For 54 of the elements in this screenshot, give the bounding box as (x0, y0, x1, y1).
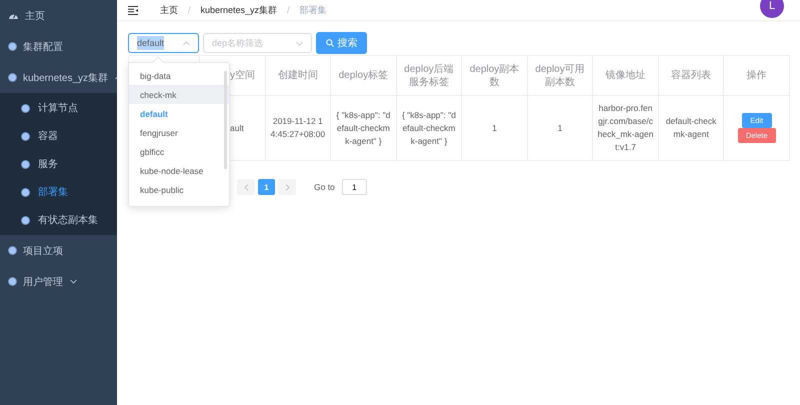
column-header: deploy后端服务标签 (396, 56, 462, 96)
breadcrumb-separator: / (188, 5, 191, 15)
sidebar-item[interactable]: 用户管理 (0, 266, 117, 297)
bullet-icon (22, 188, 29, 196)
chevron-left-icon (244, 184, 248, 190)
goto-page-field[interactable]: 1 (342, 179, 367, 195)
sidebar-item[interactable]: 项目立项 (0, 235, 117, 266)
scrollbar[interactable] (224, 71, 227, 169)
sidebar-item[interactable]: 集群配置 (0, 31, 117, 62)
bullet-icon (22, 216, 29, 224)
bullet-icon (22, 160, 29, 168)
bullet-icon (9, 43, 16, 50)
search-icon (326, 39, 334, 47)
table-cell: default-checkmk-agent (658, 96, 724, 160)
table-cell: 1 (462, 96, 528, 160)
dropdown-option[interactable]: kube-node-lease (129, 161, 229, 180)
breadcrumb-separator: / (287, 5, 290, 15)
column-header: 镜像地址 (592, 56, 658, 96)
dropdown-option[interactable]: kube-public (129, 180, 229, 199)
sidebar-item[interactable]: 主页 (0, 0, 117, 31)
table-cell: harbor-pro.fengjr.com/base/check_mk-agent:v1.7 (592, 96, 658, 160)
dropdown-option[interactable]: check-mk (129, 85, 229, 104)
table-cell: { "k8s-app": "default-checkmk-agent" } (330, 96, 396, 160)
column-header: deploy标签 (330, 56, 396, 96)
breadcrumb-item[interactable]: kubernetes_yz集群 (200, 4, 278, 16)
table-cell: 1 (527, 96, 593, 160)
namespace-select[interactable]: default (128, 33, 199, 53)
column-header: 创建时间 (265, 56, 331, 96)
submenu-item[interactable]: 服务 (0, 150, 117, 178)
column-header: 操作 (724, 56, 790, 96)
table-cell: 2019-11-12 14:45:27+08:00 (265, 96, 331, 160)
breadcrumb-item[interactable]: 主页 (160, 4, 178, 16)
column-header: deploy可用副本数 (527, 56, 593, 96)
submenu-item[interactable]: 有状态副本集 (0, 206, 117, 234)
chevron-right-icon (284, 184, 290, 190)
user-avatar[interactable]: L (760, 0, 784, 18)
submenu-item[interactable]: 计算节点 (0, 94, 117, 122)
gauge-icon (9, 12, 18, 19)
breadcrumb-item: 部署集 (300, 4, 327, 16)
previous-page-button[interactable] (237, 179, 255, 195)
bullet-icon (9, 74, 16, 81)
table-cell: { "k8s-app": "default-checkmk-agent" } (396, 96, 462, 160)
menu-icon[interactable] (128, 6, 138, 14)
bullet-icon (22, 132, 29, 140)
goto-label: Go to (314, 182, 335, 192)
column-header: deploy副本数 (462, 56, 528, 96)
bullet-icon (22, 104, 29, 112)
column-header: 容器列表 (658, 56, 724, 96)
chevron-down-icon (296, 40, 303, 46)
submenu-item[interactable]: 部署集 (0, 178, 117, 206)
submenu-item[interactable]: 容器 (0, 122, 117, 150)
bullet-icon (9, 247, 16, 254)
next-page-button[interactable] (278, 179, 296, 195)
bullet-icon (9, 278, 16, 285)
